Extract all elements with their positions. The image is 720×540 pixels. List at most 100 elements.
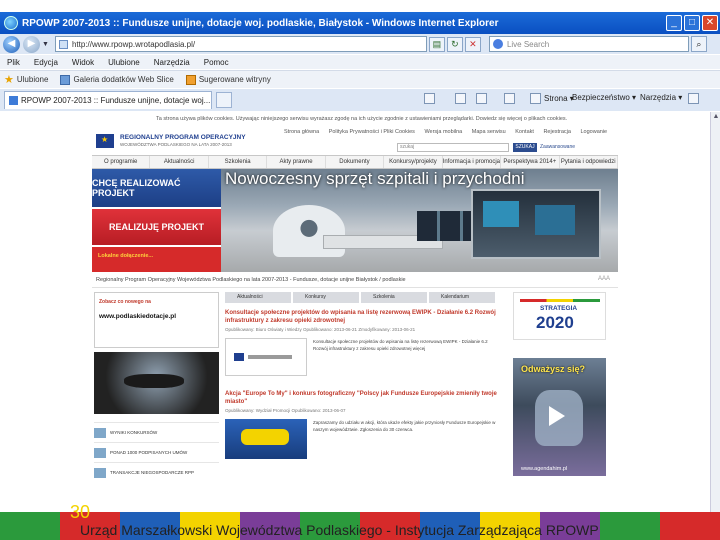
tab-training[interactable]: Szkolenia [361, 292, 427, 303]
left-link-transactions-label: TRANSAKCJE NIEGOSPODARCZE RPP [110, 470, 195, 475]
rpowp-site: Ta strona używa plików cookies. Używając… [92, 116, 618, 512]
left-link-results[interactable]: WYNIKI KONKURSÓW [94, 422, 219, 442]
printer-icon [504, 93, 515, 104]
menu-item-file[interactable]: Plik [7, 58, 20, 67]
safety-menu[interactable]: Bezpieczeństwo ▾ [572, 93, 636, 102]
nav-contests[interactable]: Konkursy/projekty [384, 156, 443, 168]
refresh-icon[interactable]: ↻ [446, 36, 463, 52]
tab-calendar[interactable]: Kalendarium [429, 292, 495, 303]
news-title[interactable]: Konsultacje społeczne projektów do wpisa… [225, 309, 497, 325]
font-size-switch[interactable]: AAA [598, 276, 610, 282]
menu-item-help[interactable]: Pomoc [204, 58, 229, 67]
menu-bar: Plik Edycja Widok Ulubione Narzędzia Pom… [0, 55, 720, 69]
menu-item-tools[interactable]: Narzędzia [154, 58, 190, 67]
nav-about[interactable]: O programie [92, 156, 151, 168]
nav-2014[interactable]: Perspektywa 2014+ [501, 156, 560, 168]
back-button[interactable]: ◀ [3, 35, 20, 53]
search-icon[interactable]: ⌕ [690, 36, 707, 52]
tools-menu[interactable]: Narzędzia ▾ [640, 93, 682, 102]
stop-icon[interactable]: ✕ [464, 36, 481, 52]
help-button[interactable] [688, 93, 702, 104]
toplink-mobile[interactable]: Wersja mobilna [424, 129, 462, 135]
footer-text: Urząd Marszałkowski Województwa Podlaski… [80, 522, 599, 538]
rpo-logo[interactable]: REGIONALNY PROGRAM OPERACYJNY WOJEWÓDZTW… [120, 134, 246, 148]
menu-item-view[interactable]: Widok [72, 58, 94, 67]
rpo-logo-subtitle: WOJEWÓDZTWA PODLASKIEGO NA LATA 2007-201… [120, 142, 232, 147]
page-menu[interactable]: Strona ▾ [530, 93, 574, 104]
podlaskie-dotacje-banner[interactable]: Zobacz co nowego na www.podlaskiedotacje… [94, 292, 219, 348]
window-title: RPOWP 2007-2013 :: Fundusze unijne, dota… [22, 17, 499, 29]
news-title[interactable]: Akcja "Europe To My" i konkurs fotografi… [225, 390, 497, 406]
toplink-register[interactable]: Rejestracja [543, 129, 571, 135]
tab-label: RPOWP 2007-2013 :: Fundusze unijne, dota… [21, 96, 211, 105]
internet-explorer-icon [4, 16, 18, 30]
ct-scanner-image [273, 205, 345, 257]
left-link-transactions[interactable]: TRANSAKCJE NIEGOSPODARCZE RPP [94, 462, 219, 482]
film-banner[interactable] [94, 352, 219, 414]
forward-button[interactable]: ▶ [23, 35, 40, 53]
join-button[interactable]: Lokalne dołączenie... [92, 245, 221, 272]
odwaz-url: www.agendahim.pl [521, 466, 568, 472]
favorites-button[interactable]: Ulubione [17, 75, 49, 84]
minimize-button[interactable]: _ [666, 15, 682, 31]
realize-project-button[interactable]: REALIZUJĘ PROJEKT [92, 207, 221, 245]
home-button[interactable] [424, 93, 438, 104]
page-menu-label: Strona [544, 94, 568, 103]
eu-flag-logo[interactable] [96, 134, 114, 148]
toplink-sitemap[interactable]: Mapa serwisu [472, 129, 506, 135]
menu-item-favorites[interactable]: Ulubione [108, 58, 140, 67]
compatibility-view-icon[interactable]: ▤ [428, 36, 445, 52]
history-dropdown-icon[interactable]: ▼ [42, 41, 49, 48]
toplink-login[interactable]: Logowanie [580, 129, 607, 135]
favorite-suggested-sites[interactable]: Sugerowane witryny [185, 74, 271, 85]
url-field[interactable]: http://www.rpowp.wrotapodlasia.pl/ [54, 36, 427, 52]
favorite-web-slice[interactable]: Galeria dodatków Web Slice [60, 74, 174, 85]
print-button[interactable] [504, 93, 518, 104]
help-icon [688, 93, 699, 104]
nav-documents[interactable]: Dokumenty [326, 156, 385, 168]
feeds-button[interactable] [455, 93, 469, 104]
toplink-home[interactable]: Strona główna [284, 129, 319, 135]
hero-photo[interactable]: Nowoczesny sprzęt szpitali i przychodni [221, 169, 618, 272]
mail-button[interactable] [476, 93, 490, 104]
cookie-notice: Ta strona używa plików cookies. Używając… [156, 116, 568, 122]
toplink-contact[interactable]: Kontakt [515, 129, 534, 135]
new-tab-button[interactable] [216, 92, 232, 108]
strategy-2020-banner[interactable]: STRATEGIA 2020 [513, 292, 606, 340]
favorites-star-icon[interactable]: ★ [4, 73, 14, 86]
odwazysz-sie-banner[interactable]: Odważysz się? www.agendahim.pl [513, 358, 606, 476]
home-icon [424, 93, 435, 104]
vertical-scrollbar[interactable]: ▲ [710, 112, 720, 512]
play-icon[interactable] [549, 406, 565, 426]
control-room-window-image [471, 189, 601, 259]
news-thumbnail[interactable] [225, 338, 307, 376]
rpo-logo-title: REGIONALNY PROGRAM OPERACYJNY [120, 134, 246, 141]
strategy-year: 2020 [536, 313, 574, 332]
site-search-input[interactable]: szukaj [397, 143, 509, 152]
scroll-up-icon[interactable]: ▲ [711, 112, 720, 122]
news-thumbnail[interactable] [225, 419, 307, 459]
web-slice-icon [60, 74, 71, 85]
site-search-button[interactable]: SZUKAJ [513, 143, 537, 152]
nav-training[interactable]: Szkolenia [209, 156, 268, 168]
nav-legal[interactable]: Akty prawne [267, 156, 326, 168]
tab-news[interactable]: Aktualności [225, 292, 291, 303]
want-project-button[interactable]: CHCĘ REALIZOWAĆ PROJEKT [92, 169, 221, 207]
left-link-contracts[interactable]: PONAD 1000 PODPISANYCH UMÓW [94, 442, 219, 462]
close-button[interactable]: ✕ [702, 15, 718, 31]
nav-faq[interactable]: Pytania i odpowiedzi [560, 156, 618, 168]
favorite-suggested-sites-label: Sugerowane witryny [198, 75, 271, 84]
tab-rpowp[interactable]: RPOWP 2007-2013 :: Fundusze unijne, dota… [4, 91, 212, 109]
toplink-privacy[interactable]: Polityka Prywatności i Pliki Cookies [329, 129, 415, 135]
footer-stripe-segment [0, 512, 60, 540]
nav-news[interactable]: Aktualności [150, 156, 209, 168]
right-column: STRATEGIA 2020 Odważysz się? www.agendah… [501, 288, 618, 512]
left-link-contracts-label: PONAD 1000 PODPISANYCH UMÓW [110, 450, 188, 455]
tab-contests[interactable]: Konkursy [293, 292, 359, 303]
safety-menu-label: Bezpieczeństwo [572, 93, 630, 102]
menu-item-edit[interactable]: Edycja [34, 58, 58, 67]
nav-promotion[interactable]: Informacja i promocja [443, 156, 502, 168]
maximize-button[interactable]: □ [684, 15, 700, 31]
advanced-search-link[interactable]: Zaawansowane [540, 144, 575, 150]
search-input[interactable]: Live Search [488, 36, 689, 52]
